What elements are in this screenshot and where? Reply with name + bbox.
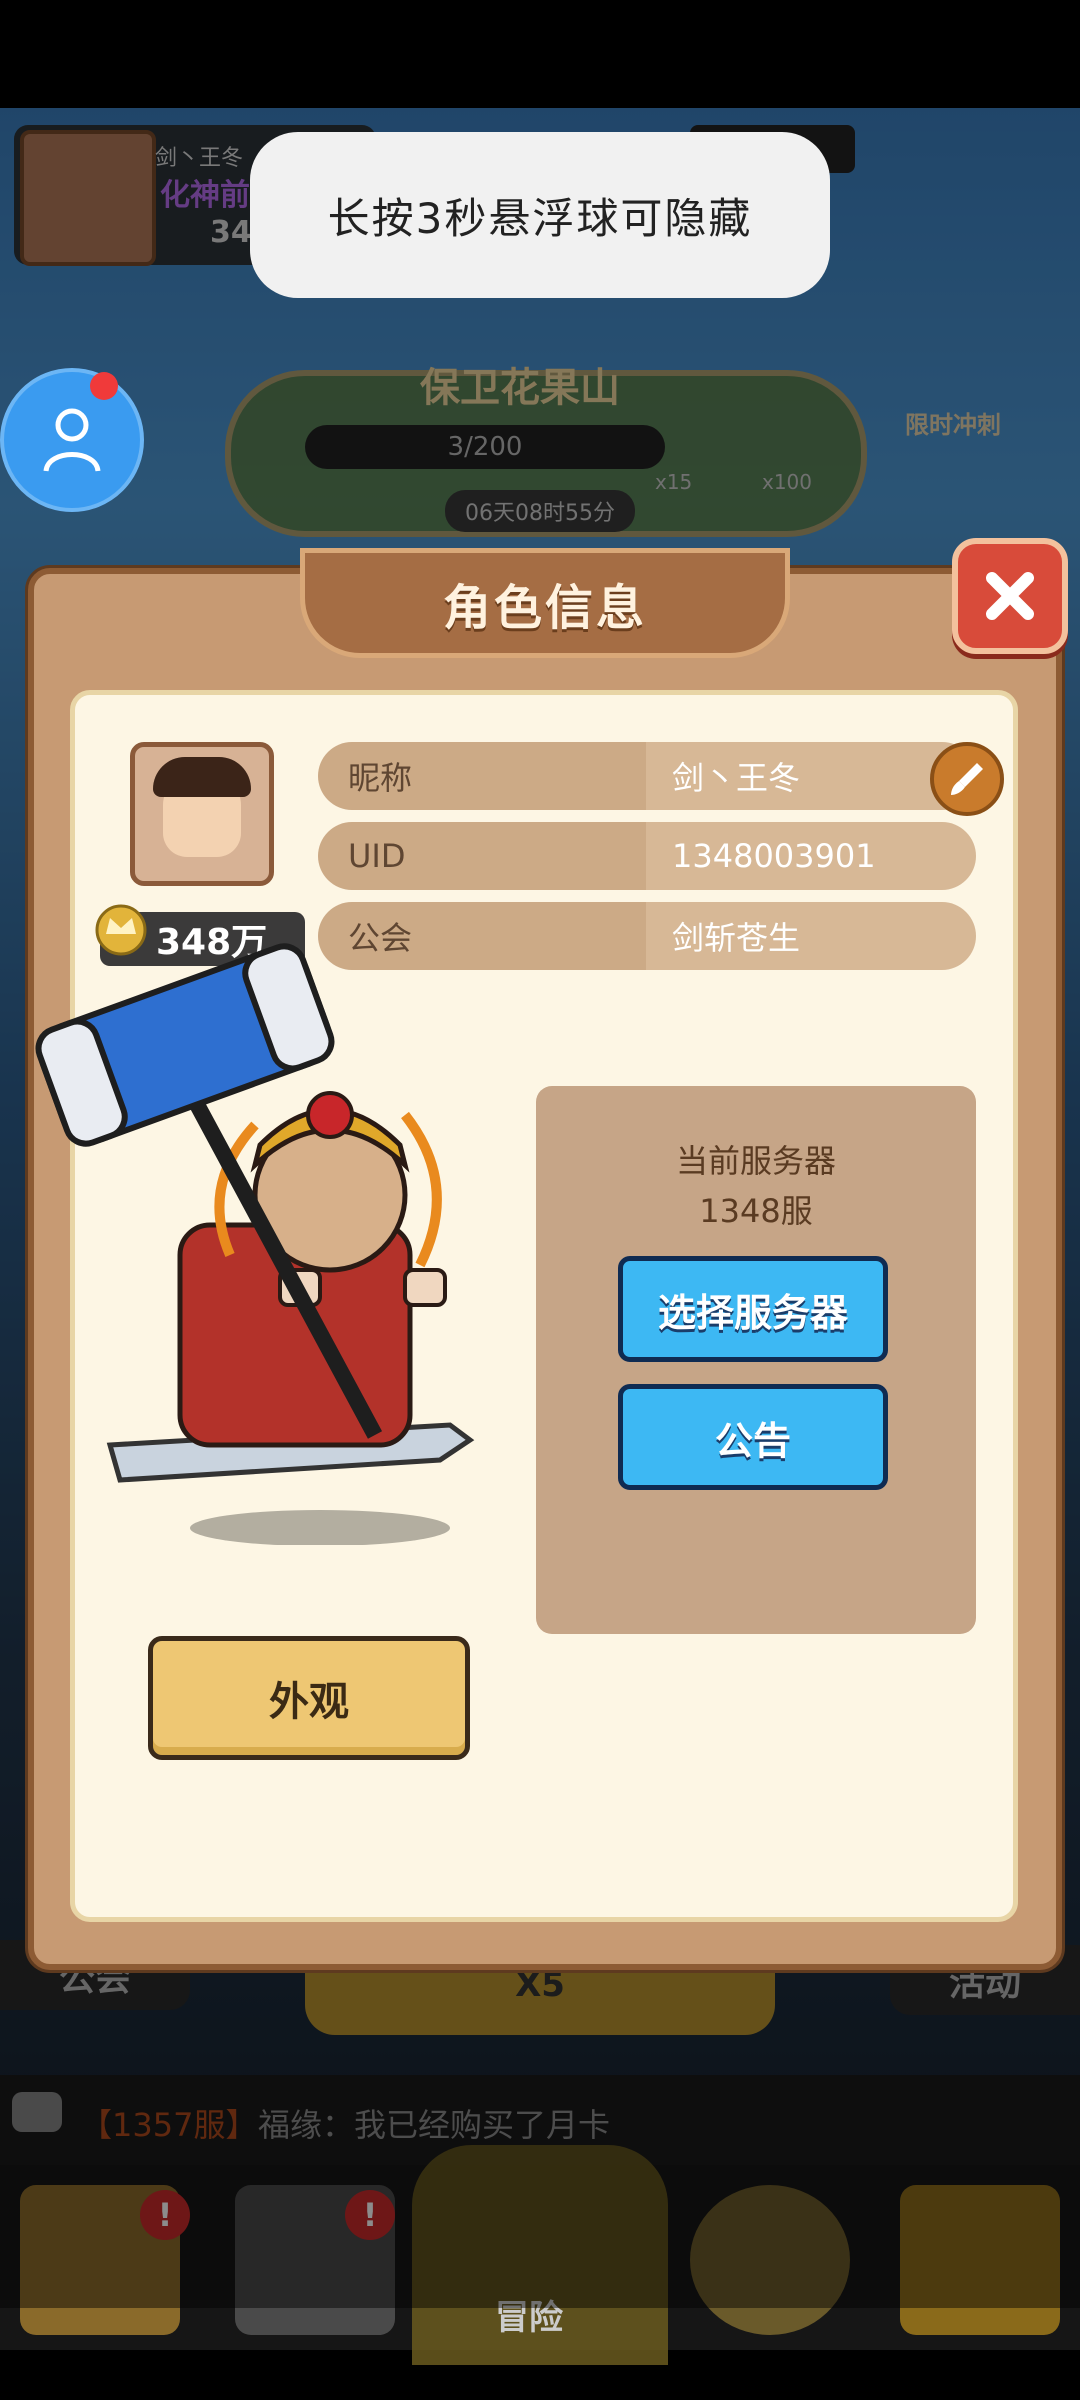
- avatar-hair: [153, 757, 251, 797]
- uid-value: 1348003901: [646, 822, 976, 890]
- hero-character-sprite: [35, 943, 475, 1545]
- uid-row: UID 1348003901: [318, 822, 976, 890]
- toast-message: 长按3秒悬浮球可隐藏: [250, 132, 830, 298]
- edit-nickname-button[interactable]: [930, 742, 1004, 816]
- current-server-label: 当前服务器: [675, 1142, 836, 1180]
- current-server-value: 1348服: [699, 1192, 813, 1230]
- close-button[interactable]: [952, 538, 1068, 654]
- outfit-button[interactable]: 外观: [148, 1636, 470, 1760]
- guild-value: 剑斩苍生: [646, 902, 976, 970]
- dialog-title: 角色信息: [442, 580, 647, 636]
- character-avatar[interactable]: [130, 742, 274, 886]
- nickname-row: 昵称 剑丶王冬: [318, 742, 976, 810]
- nickname-value: 剑丶王冬: [646, 742, 976, 810]
- nickname-label: 昵称: [318, 742, 646, 810]
- close-icon: [986, 572, 1034, 620]
- user-icon: [43, 408, 101, 472]
- floating-ball[interactable]: [0, 368, 144, 512]
- brush-icon: [951, 763, 983, 795]
- floating-ball-notification-dot: [90, 372, 118, 400]
- dialog-title-plate: 角色信息: [300, 548, 790, 658]
- uid-label: UID: [318, 822, 646, 890]
- select-server-button[interactable]: 选择服务器: [618, 1256, 888, 1362]
- notice-button[interactable]: 公告: [618, 1384, 888, 1490]
